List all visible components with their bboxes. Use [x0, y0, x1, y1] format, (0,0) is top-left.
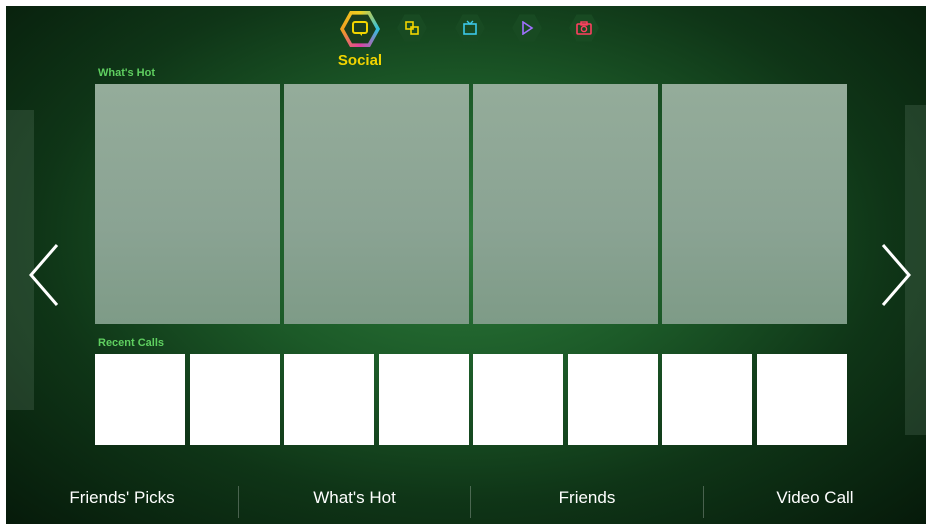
play-icon [522, 21, 534, 35]
chevron-left-icon [29, 244, 59, 306]
tv-mode-button[interactable] [455, 13, 485, 43]
whats-hot-tile[interactable] [662, 84, 847, 324]
photos-mode-button[interactable] [569, 13, 599, 43]
camera-icon [576, 21, 592, 35]
chat-bubble-icon [352, 21, 368, 36]
nav-friends[interactable]: Friends [471, 478, 703, 518]
next-arrow-button[interactable] [876, 240, 916, 310]
whats-hot-tile[interactable] [95, 84, 280, 324]
nav-video-call[interactable]: Video Call [704, 478, 926, 518]
recent-call-tile[interactable] [757, 354, 847, 445]
movies-mode-button[interactable] [512, 13, 542, 43]
nav-whats-hot[interactable]: What's Hot [239, 478, 470, 518]
previous-arrow-button[interactable] [24, 240, 64, 310]
tv-icon [463, 20, 477, 35]
mode-bar [0, 9, 926, 71]
recent-call-tile[interactable] [95, 354, 185, 445]
apps-mode-button[interactable] [397, 13, 427, 43]
recent-call-tile[interactable] [662, 354, 752, 445]
apps-icon [405, 21, 419, 35]
chevron-right-icon [881, 244, 911, 306]
recent-calls-section-label: Recent Calls [98, 337, 165, 349]
bottom-navigation: Friends' Picks What's Hot Friends Video … [0, 478, 926, 518]
recent-call-tile[interactable] [473, 354, 563, 445]
whats-hot-tile[interactable] [473, 84, 658, 324]
active-mode-label: Social [337, 52, 383, 69]
nav-friends-picks[interactable]: Friends' Picks [6, 478, 238, 518]
whats-hot-tile[interactable] [284, 84, 469, 324]
whats-hot-section-label: What's Hot [98, 67, 155, 79]
social-mode-button[interactable] [340, 9, 380, 49]
recent-call-tile[interactable] [379, 354, 469, 445]
recent-call-tile[interactable] [190, 354, 280, 445]
recent-call-tile[interactable] [568, 354, 658, 445]
recent-call-tile[interactable] [284, 354, 374, 445]
